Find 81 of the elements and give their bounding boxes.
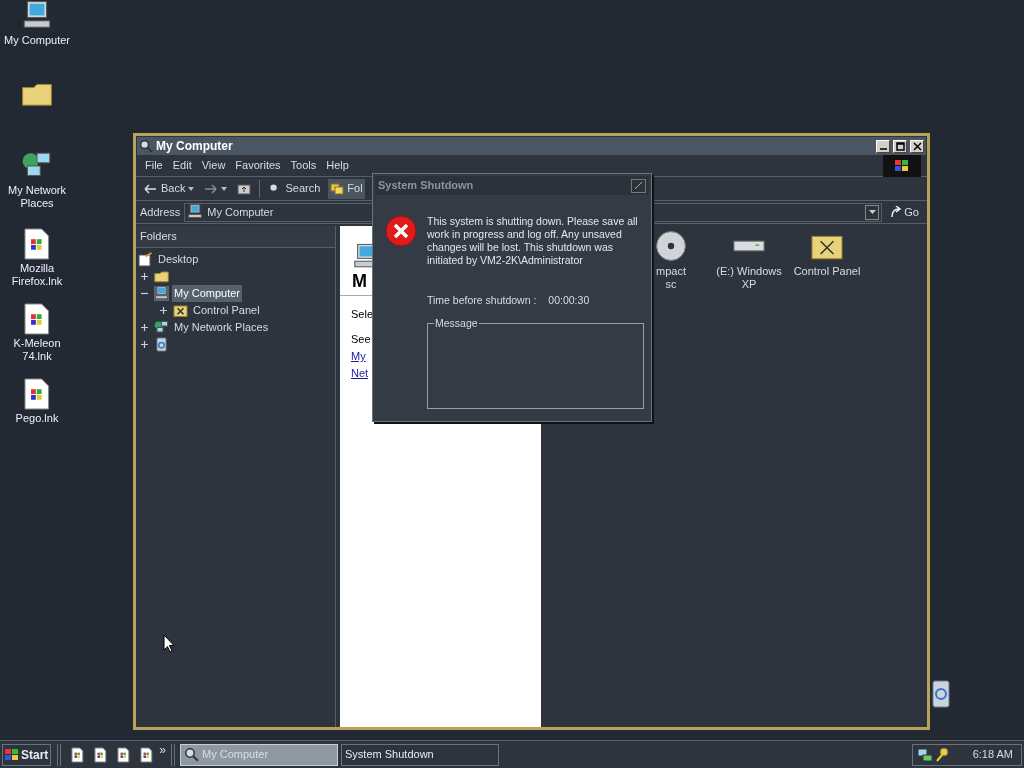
dialog-title: System Shutdown bbox=[378, 178, 475, 194]
windows-flag-icon bbox=[895, 159, 909, 172]
link[interactable]: Net bbox=[351, 365, 369, 382]
diagonal-line-icon bbox=[634, 181, 643, 190]
dropdown-button[interactable] bbox=[865, 204, 880, 220]
menu-item[interactable]: File bbox=[142, 157, 166, 174]
desktop-icon-label[interactable]: Pego.lnk bbox=[1, 412, 73, 425]
desktop-icon-label[interactable]: My Network Places bbox=[1, 184, 73, 210]
disc-icon bbox=[655, 230, 687, 262]
link[interactable]: My bbox=[351, 348, 366, 365]
info-text: Sele bbox=[351, 307, 375, 322]
error-icon bbox=[385, 215, 417, 247]
desktop-icon-label[interactable]: K-Meleon 74.lnk bbox=[1, 337, 73, 363]
go-arrow-icon bbox=[890, 206, 903, 218]
dialog-message: This system is shutting down. Please save all work in progress and log off. Any unsaved changes will be lost. This shutdown was initiated by VM2-2K\Administrator bbox=[427, 215, 639, 267]
maximize-icon bbox=[895, 141, 905, 151]
folder-up-icon bbox=[237, 182, 252, 195]
chevron-button[interactable]: » bbox=[159, 744, 167, 756]
minimize-icon bbox=[879, 148, 887, 150]
back-button[interactable]: Back bbox=[142, 178, 197, 199]
network-tray-icon bbox=[917, 746, 933, 763]
menu-item[interactable]: View bbox=[198, 157, 229, 174]
minimize-button[interactable] bbox=[876, 139, 890, 153]
desktop-icon-label[interactable]: Mozilla Firefox.lnk bbox=[1, 262, 73, 288]
search-icon bbox=[268, 181, 283, 196]
resize-button[interactable] bbox=[631, 178, 646, 193]
document-icon bbox=[93, 746, 107, 763]
search-icon bbox=[184, 747, 200, 762]
timer-value: 00:00:30 bbox=[548, 293, 590, 308]
key-tray-icon bbox=[935, 746, 949, 763]
dropdown-caret-icon bbox=[868, 210, 876, 214]
desktop-icon-label[interactable]: My Computer bbox=[1, 34, 73, 47]
close-button[interactable] bbox=[910, 139, 924, 153]
tree-item[interactable]: Desktop bbox=[156, 251, 201, 268]
panel-title: M bbox=[352, 271, 368, 291]
document-icon bbox=[24, 303, 50, 335]
computer-icon bbox=[154, 286, 169, 301]
info-text: See bbox=[351, 332, 372, 347]
expand-icon[interactable] bbox=[140, 323, 149, 332]
control-folder-icon bbox=[173, 303, 188, 318]
taskbar-button[interactable]: System Shutdown bbox=[341, 743, 500, 766]
recycle-bin-icon[interactable] bbox=[931, 677, 951, 709]
expand-icon[interactable] bbox=[159, 306, 168, 315]
document-icon bbox=[24, 378, 50, 410]
network-computers-icon bbox=[154, 320, 169, 335]
menu-item[interactable]: Tools bbox=[287, 157, 320, 174]
search-button[interactable]: Search bbox=[266, 178, 323, 199]
close-icon bbox=[912, 141, 922, 151]
item-label[interactable]: (E:) Windows XP bbox=[716, 265, 782, 291]
forward-arrow-icon bbox=[204, 182, 219, 195]
computer-icon bbox=[187, 204, 204, 220]
document-icon bbox=[139, 746, 153, 763]
window-title: My Computer bbox=[156, 138, 234, 155]
search-icon bbox=[139, 139, 153, 153]
menu-item[interactable]: Edit bbox=[169, 157, 195, 174]
address-label: Address bbox=[140, 204, 181, 220]
windows-flag-icon bbox=[5, 748, 19, 761]
tree-item[interactable]: My Network Places bbox=[172, 319, 271, 336]
clock: 6:18 AM bbox=[971, 747, 1014, 763]
document-icon bbox=[70, 746, 84, 763]
expand-icon[interactable] bbox=[140, 272, 149, 281]
menu-item[interactable]: Help bbox=[323, 157, 352, 174]
go-button[interactable]: Go bbox=[886, 203, 923, 221]
folders-icon bbox=[330, 182, 345, 195]
dropdown-caret-icon bbox=[221, 186, 228, 191]
menu-item[interactable]: Favorites bbox=[232, 157, 284, 174]
document-icon bbox=[116, 746, 130, 763]
folders-button[interactable]: Fol bbox=[328, 178, 365, 199]
tree-item[interactable]: My Computer bbox=[172, 285, 243, 302]
maximize-button[interactable] bbox=[893, 139, 907, 153]
expand-icon[interactable] bbox=[140, 340, 149, 349]
item-label[interactable]: mpact sc bbox=[656, 265, 686, 291]
back-arrow-icon bbox=[144, 182, 158, 195]
timer-label: Time before shutdown : bbox=[427, 293, 537, 308]
mouse-pointer-icon bbox=[163, 634, 175, 654]
start-button[interactable]: Start bbox=[2, 743, 52, 766]
tree-item[interactable]: Control Panel bbox=[191, 302, 262, 319]
dropdown-caret-icon bbox=[188, 186, 195, 191]
pane-title: Folders bbox=[140, 229, 177, 245]
document-icon bbox=[24, 228, 50, 260]
item-label[interactable]: Control Panel bbox=[793, 265, 861, 278]
